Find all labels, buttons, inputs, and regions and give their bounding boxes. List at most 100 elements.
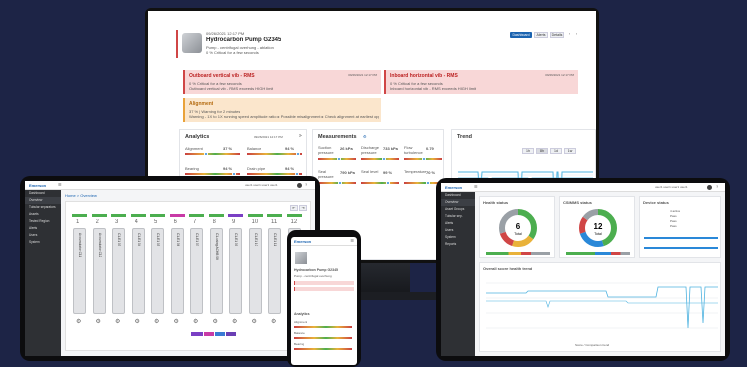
gauge-knob[interactable] (204, 152, 209, 156)
prev-icon[interactable]: ‹ (569, 31, 570, 36)
phone-section-title: Analytics (294, 312, 310, 316)
dashboard-button[interactable]: Dashboard (510, 32, 532, 38)
tube-label: C1-E1 07 (195, 233, 199, 247)
gauge-knob[interactable] (295, 152, 300, 156)
analytics-title: Analytics (185, 134, 210, 140)
tube-number: 7 (193, 219, 197, 225)
phone-topbar: Emerson ☰ (291, 237, 357, 246)
gear-icon[interactable]: ⚙ (213, 318, 218, 325)
range-button[interactable]: 1d (550, 148, 562, 154)
tube[interactable]: Accumulator C11 (73, 228, 86, 314)
tube[interactable]: C1-E1 11 (268, 228, 281, 314)
asset-status-line: 0 % Critical for a few seconds (206, 50, 259, 55)
help-icon[interactable]: ? (305, 182, 307, 187)
gauge-knob[interactable] (337, 157, 342, 161)
tube[interactable]: C1-E1 07 (190, 228, 203, 314)
user-name[interactable]: user1 user1 user1 user1 (655, 185, 688, 189)
gear-icon[interactable]: ⚙ (135, 318, 140, 325)
sidebar-item[interactable]: Overview (441, 199, 475, 206)
gear-icon[interactable]: ⚙ (232, 318, 237, 325)
gear-icon[interactable]: ⚙ (76, 318, 81, 325)
alert-card-alignment[interactable]: Alignment 37 % | Warning for 2 minutes W… (183, 98, 381, 122)
gear-icon[interactable]: ⚙ (252, 318, 257, 325)
donut-center-label: Total (594, 232, 602, 236)
tube-label: C1-E1 11 (273, 233, 277, 247)
sidebar-item[interactable]: System (441, 234, 475, 241)
sidebar-item[interactable]: Dashboard (441, 192, 475, 199)
sidebar-item[interactable]: Tubular sep. (441, 213, 475, 220)
breadcrumb[interactable]: Home > Overview (65, 193, 97, 198)
phone-item-label: Balance (294, 331, 305, 335)
menu-icon[interactable]: ☰ (58, 182, 62, 187)
settings-icon[interactable]: ⚙ (363, 134, 367, 139)
gear-icon[interactable]: ⚙ (174, 318, 179, 325)
sidebar-item[interactable]: Reports (441, 241, 475, 248)
tube-number: 11 (271, 219, 278, 225)
range-button[interactable]: 1w (564, 148, 576, 154)
sidebar-item[interactable]: Tested Region (25, 218, 61, 225)
gauge-knob[interactable] (382, 157, 386, 161)
sidebar-item[interactable]: Asset Groups (441, 206, 475, 213)
sidebar-item[interactable]: System (25, 239, 61, 246)
details-button[interactable]: Details (550, 32, 564, 38)
gauge-knob[interactable] (421, 157, 426, 161)
sidebar-item[interactable]: Tubular separators (25, 204, 61, 211)
sidebar-item[interactable]: Alerts (441, 220, 475, 227)
gear-icon[interactable]: ⚙ (154, 318, 159, 325)
measurement-label: Seal pressure (318, 170, 334, 179)
alert-card-inboard[interactable]: Inboard horizontal vib - RMS 09/26/2021 … (384, 70, 578, 94)
phone-screen: Emerson ☰ Hydrocarbon Pump G2345 Pump - … (291, 237, 357, 365)
phone-gauge (294, 348, 352, 350)
sidebar-item[interactable]: Users (25, 232, 61, 239)
gear-icon[interactable]: ⚙ (96, 318, 101, 325)
trend-legend: Score / Comparison trend (575, 343, 610, 347)
help-icon[interactable]: ? (716, 184, 718, 189)
gear-icon[interactable]: ⚙ (115, 318, 120, 325)
gauge-knob[interactable] (338, 181, 343, 185)
gear-icon[interactable]: ⚙ (271, 318, 276, 325)
tube[interactable]: Accumulator C12 (92, 228, 106, 314)
sidebar-item[interactable]: Users (441, 227, 475, 234)
tube[interactable]: C1-E1 06 (170, 228, 184, 314)
phone-card-title: Hydrocarbon Pump G2345 (294, 268, 338, 272)
gauge-knob[interactable] (385, 181, 390, 185)
range-button[interactable]: 1h (522, 148, 534, 154)
range-button[interactable]: 8h (536, 148, 548, 154)
card-title: Device status (643, 200, 669, 205)
sidebar: Dashboard Overview Tubular separators Asset… (25, 190, 61, 356)
alert-card-outboard[interactable]: Outboard vertical vib - RMS 09/26/2021 1… (183, 70, 381, 94)
avatar[interactable] (707, 185, 712, 190)
sidebar-item[interactable]: Alerts (25, 225, 61, 232)
tube[interactable]: C1-E1 05 (151, 228, 164, 314)
tube[interactable]: C1-E1 03 (112, 228, 125, 314)
avatar[interactable] (297, 183, 302, 188)
sidebar-item[interactable]: Overview (25, 197, 61, 204)
sidebar-item[interactable]: Assets (25, 211, 61, 218)
donut-center-value: 6 (516, 222, 521, 231)
next-icon[interactable]: › (576, 31, 577, 36)
alerts-button[interactable]: Alerts (534, 32, 548, 38)
tube[interactable]: C1-E1 04 (131, 228, 145, 314)
menu-icon[interactable]: ☰ (474, 184, 478, 189)
right-tablet-screen: Emerson ☰ user1 user1 user1 user1 ? Dash… (441, 183, 725, 356)
expand-button[interactable]: ⇥ (299, 205, 307, 211)
tube-status-band (286, 214, 302, 217)
refresh-icon[interactable]: ⟳ (299, 133, 302, 138)
analytics-time: 09/26/2021 12:17 PM (254, 135, 283, 139)
tube[interactable]: C1-E1 10 (248, 228, 262, 314)
tube-status-band (267, 214, 282, 217)
user-name[interactable]: user1 user1 user1 user1 (245, 183, 278, 187)
tube[interactable]: C1-E1 09 (229, 228, 242, 314)
tube[interactable]: C1-using ACHB 08 (209, 228, 223, 314)
measurement-value: 0.79 (426, 146, 434, 151)
tube-status-band (228, 214, 243, 217)
sidebar-item[interactable]: Dashboard (25, 190, 61, 197)
collapse-button[interactable]: ⇤ (290, 205, 298, 211)
analytics-value: 94 % (285, 166, 295, 171)
overall-trend-card: Overall score health trend Score / Compa… (479, 262, 721, 352)
tube-status-band (169, 214, 185, 217)
analytics-label: Drain pipe (247, 166, 266, 171)
menu-icon[interactable]: ☰ (350, 238, 354, 243)
gear-icon[interactable]: ⚙ (193, 318, 198, 325)
gauge-knob[interactable] (425, 181, 430, 185)
